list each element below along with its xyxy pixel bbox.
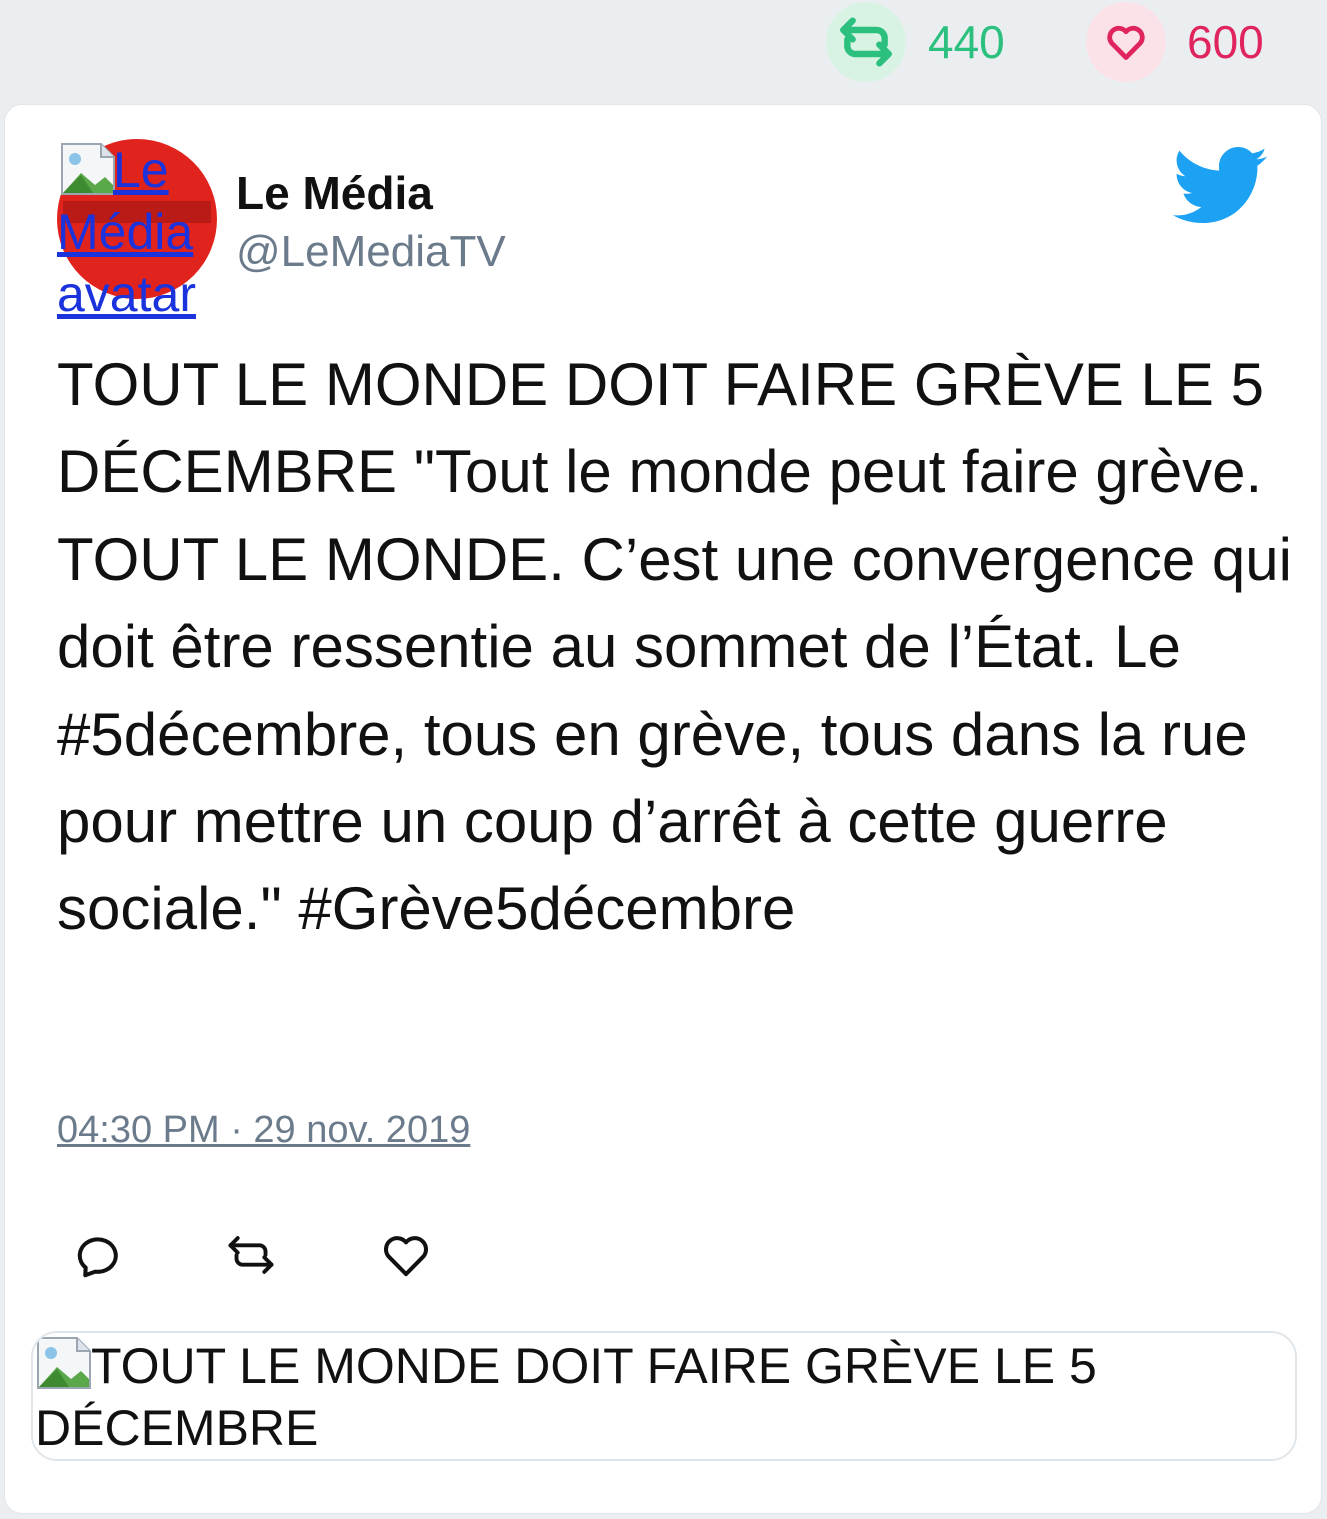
reply-icon[interactable] <box>71 1225 131 1285</box>
tweet-card: Le Média avatar Le Média @LeMediaTV TOUT… <box>4 104 1322 1514</box>
retweet-count: 440 <box>928 16 1005 68</box>
like-stat-icon[interactable] <box>1086 2 1166 82</box>
heart-icon[interactable] <box>376 1225 436 1285</box>
retweet-stat-icon[interactable] <box>826 2 906 82</box>
retweet-icon[interactable] <box>221 1225 281 1285</box>
like-count: 600 <box>1187 16 1264 68</box>
preview-image-alt: TOUT LE MONDE DOIT FAIRE GRÈVE LE 5 DÉCE… <box>35 1338 1097 1456</box>
author-name[interactable]: Le Média <box>236 165 433 221</box>
engagement-bar: 440 600 <box>0 0 1327 100</box>
author-handle[interactable]: @LeMediaTV <box>236 225 506 279</box>
tweet-timestamp[interactable]: 04:30 PM · 29 nov. 2019 <box>57 1107 470 1153</box>
link-preview-card[interactable]: TOUT LE MONDE DOIT FAIRE GRÈVE LE 5 DÉCE… <box>31 1331 1297 1461</box>
tweet-text: TOUT LE MONDE DOIT FAIRE GRÈVE LE 5 DÉCE… <box>57 351 1292 943</box>
twitter-bird-icon[interactable] <box>1173 147 1269 227</box>
avatar-alt-link[interactable]: Le Média avatar <box>57 139 222 325</box>
avatar[interactable]: Le Média avatar <box>57 139 217 322</box>
